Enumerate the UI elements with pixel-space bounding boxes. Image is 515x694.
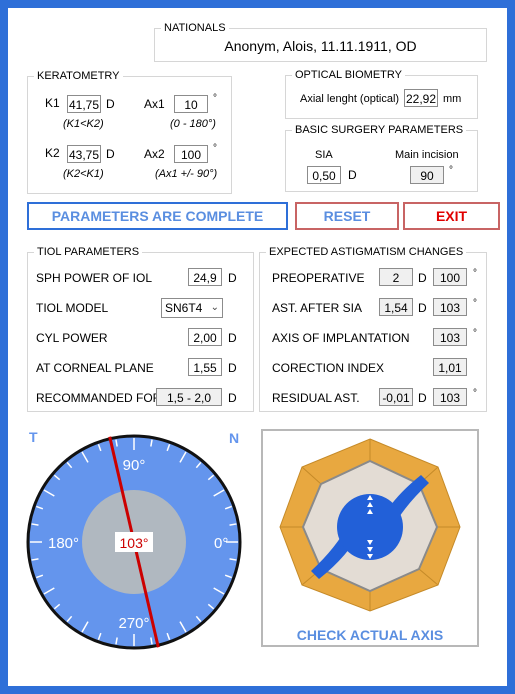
corneal-plane-input[interactable]: 1,55 [188, 358, 222, 376]
temporal-marker: T [29, 429, 38, 445]
astigmatism-group: EXPECTED ASTIGMATISM CHANGES PREOPERATIV… [259, 246, 487, 412]
sia-unit: D [348, 168, 357, 182]
optical-biometry-group: OPTICAL BIOMETRY Axial lenght (optical) … [285, 69, 478, 119]
ax2-degree: ° [213, 143, 217, 154]
axial-length-label: Axial lenght (optical) [300, 93, 400, 105]
residual-ast-label: RESIDUAL AST. [272, 391, 360, 405]
main-incision-unit: ° [449, 165, 453, 176]
sia-input[interactable]: 0,50 [307, 166, 341, 184]
axial-length-input[interactable]: 22,92 [404, 89, 438, 107]
k2-unit: D [106, 147, 115, 161]
ax2-input[interactable]: 100 [174, 145, 208, 163]
sia-label: SIA [315, 149, 333, 161]
after-sia-degree: ° [473, 298, 477, 309]
tiol-model-value: SN6T4 [165, 301, 203, 315]
toric-lens-image [279, 438, 461, 612]
k1-input[interactable]: 41,75 [67, 95, 101, 113]
k2-label: K2 [45, 146, 60, 160]
keratometry-title: KERATOMETRY [34, 70, 123, 83]
after-sia-axis[interactable]: 103 [433, 298, 467, 316]
axial-length-unit: mm [443, 93, 462, 105]
main-window: NATIONALS Anonym, Alois, 11.11.1911, OD … [8, 8, 507, 686]
main-incision-label: Main incision [395, 149, 459, 161]
k2-input[interactable]: 43,75 [67, 145, 101, 163]
sph-power-label: SPH POWER OF IOL [36, 271, 153, 285]
ax1-degree: ° [213, 93, 217, 104]
check-axis-panel[interactable]: CHECK ACTUAL AXIS [261, 429, 479, 647]
ax1-input[interactable]: 10 [174, 95, 208, 113]
corneal-plane-unit: D [228, 361, 237, 375]
reset-button[interactable]: RESET [295, 202, 399, 230]
preoperative-label: PREOPERATIVE [272, 271, 365, 285]
after-sia-unit: D [418, 301, 427, 315]
astigmatism-title: EXPECTED ASTIGMATISM CHANGES [266, 246, 467, 259]
check-axis-label: CHECK ACTUAL AXIS [296, 627, 444, 643]
k2-hint: (K2<K1) [63, 168, 104, 180]
recommended-input[interactable]: 1,5 - 2,0 [156, 388, 222, 406]
axis-readout: 103° [120, 535, 149, 551]
residual-ast-degree: ° [473, 388, 477, 399]
recommended-unit: D [228, 391, 237, 405]
exit-button[interactable]: EXIT [403, 202, 500, 230]
nationals-title: NATIONALS [161, 22, 229, 35]
label-90: 90° [123, 457, 146, 474]
optical-biometry-title: OPTICAL BIOMETRY [292, 69, 405, 82]
correction-index-label: CORECTION INDEX [272, 361, 385, 375]
axis-implantation-degree: ° [473, 328, 477, 339]
k1-label: K1 [45, 96, 60, 110]
label-0: 0° [214, 535, 228, 552]
preoperative-value[interactable]: 2 [379, 268, 413, 286]
tiol-group: TIOL PARAMETERS SPH POWER OF IOL 24,9 D … [27, 246, 254, 412]
residual-ast-unit: D [418, 391, 427, 405]
tiol-model-select[interactable]: SN6T4 ⌄ [161, 298, 223, 318]
after-sia-label: AST. AFTER SIA [272, 301, 363, 315]
preoperative-unit: D [418, 271, 427, 285]
sph-power-input[interactable]: 24,9 [188, 268, 222, 286]
k1-unit: D [106, 97, 115, 111]
recommended-label: RECOMMANDED FOR [36, 391, 162, 405]
correction-index-value[interactable]: 1,01 [433, 358, 467, 376]
main-incision-input[interactable]: 90 [410, 166, 444, 184]
chevron-down-icon: ⌄ [210, 302, 219, 313]
sph-power-unit: D [228, 271, 237, 285]
keratometry-group: KERATOMETRY K1 41,75 D (K1<K2) Ax1 10 ° … [27, 70, 232, 194]
after-sia-value[interactable]: 1,54 [379, 298, 413, 316]
residual-ast-axis[interactable]: 103 [433, 388, 467, 406]
cyl-power-input[interactable]: 2,00 [188, 328, 222, 346]
nasal-marker: N [229, 430, 239, 446]
label-270: 270° [118, 615, 149, 632]
corneal-plane-label: AT CORNEAL PLANE [36, 361, 154, 375]
ax1-hint: (0 - 180°) [170, 118, 216, 130]
axis-implantation-value[interactable]: 103 [433, 328, 467, 346]
k1-hint: (K1<K2) [63, 118, 104, 130]
cyl-power-label: CYL POWER [36, 331, 108, 345]
surgery-title: BASIC SURGERY PARAMETERS [292, 124, 467, 137]
preoperative-axis[interactable]: 100 [433, 268, 467, 286]
tiol-model-label: TIOL MODEL [36, 301, 109, 315]
parameters-complete-button[interactable]: PARAMETERS ARE COMPLETE [27, 202, 288, 230]
patient-name: Anonym, Alois, 11.11.1911, OD [224, 38, 417, 54]
axis-dial: T N 90° 270° 180° 0° 103° [26, 429, 242, 650]
tiol-title: TIOL PARAMETERS [34, 246, 143, 259]
ax1-label: Ax1 [144, 97, 165, 111]
residual-ast-value[interactable]: -0,01 [379, 388, 413, 406]
cyl-power-unit: D [228, 331, 237, 345]
axis-implantation-label: AXIS OF IMPLANTATION [272, 331, 410, 345]
preoperative-degree: ° [473, 268, 477, 279]
ax2-label: Ax2 [144, 147, 165, 161]
label-180: 180° [48, 535, 79, 552]
surgery-group: BASIC SURGERY PARAMETERS SIA 0,50 D Main… [285, 124, 478, 192]
ax2-hint: (Ax1 +/- 90°) [155, 168, 218, 180]
nationals-group: NATIONALS Anonym, Alois, 11.11.1911, OD [154, 22, 487, 62]
